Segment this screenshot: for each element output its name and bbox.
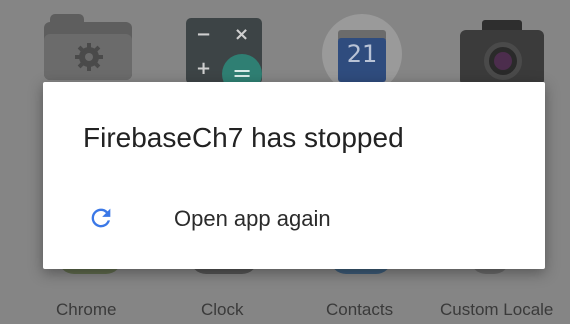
- android-home-screen: − × + = 21 Chrome Clock Contacts Custom …: [0, 0, 570, 324]
- calendar-app-icon[interactable]: 21: [322, 14, 402, 94]
- calculator-times-symbol: ×: [234, 24, 250, 45]
- app-label-chrome[interactable]: Chrome: [56, 300, 116, 320]
- open-app-again-button[interactable]: Open app again: [43, 194, 545, 246]
- calculator-app-icon[interactable]: − × + =: [186, 18, 264, 94]
- dialog-title: FirebaseCh7 has stopped: [83, 122, 404, 153]
- calculator-minus-symbol: −: [196, 24, 212, 45]
- app-stopped-dialog: FirebaseCh7 has stopped Open app again: [43, 82, 545, 269]
- app-label-clock[interactable]: Clock: [201, 300, 244, 320]
- app-label-custom-locale[interactable]: Custom Locale: [440, 300, 553, 320]
- settings-folder-icon[interactable]: [44, 14, 132, 80]
- calculator-plus-symbol: +: [196, 58, 212, 79]
- app-label-contacts[interactable]: Contacts: [326, 300, 393, 320]
- refresh-icon: [91, 208, 111, 228]
- camera-app-icon[interactable]: [460, 18, 544, 86]
- calendar-day-number: 21: [346, 40, 378, 68]
- open-app-again-label: Open app again: [174, 206, 331, 231]
- gear-icon: [75, 43, 103, 71]
